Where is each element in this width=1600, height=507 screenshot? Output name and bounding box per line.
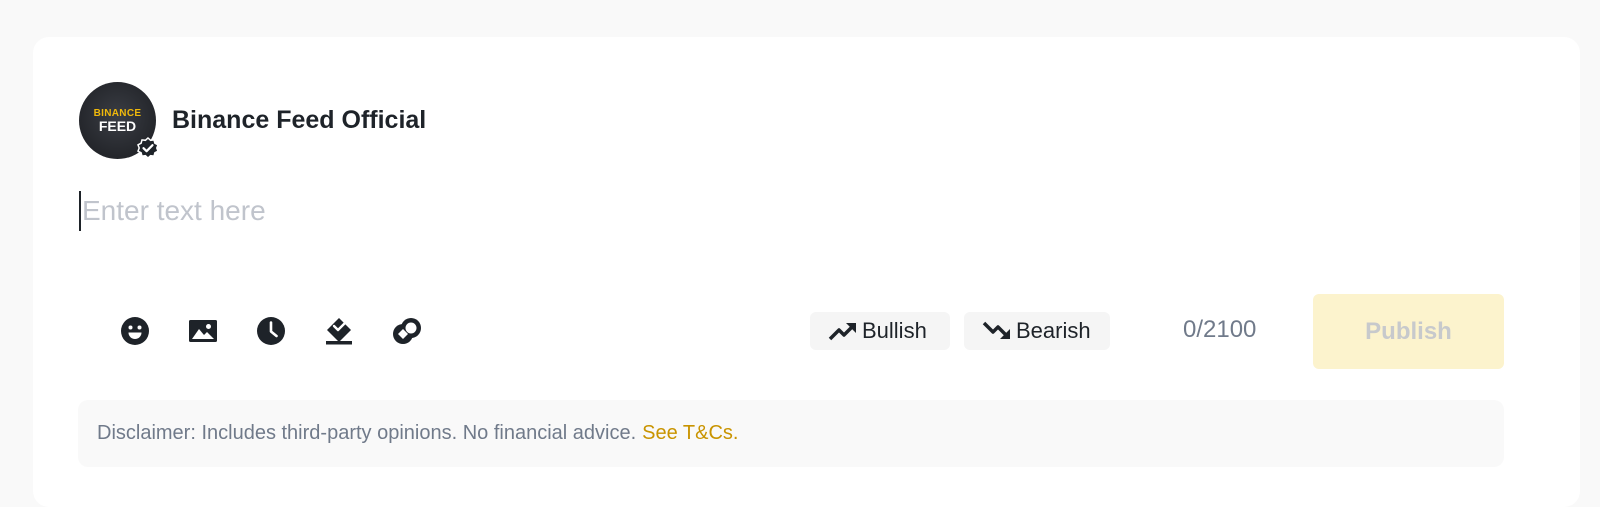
- image-button[interactable]: [187, 315, 219, 347]
- post-composer-card: BINANCE FEED Binance Feed Official Enter…: [33, 37, 1580, 507]
- emoji-button[interactable]: [119, 315, 151, 347]
- poll-button[interactable]: [323, 315, 355, 347]
- post-text-input[interactable]: [79, 191, 1499, 231]
- bullish-button[interactable]: Bullish: [810, 312, 950, 350]
- trend-down-icon: [982, 321, 1010, 339]
- coin-button[interactable]: [391, 315, 423, 347]
- bearish-button[interactable]: Bearish: [964, 312, 1110, 350]
- terms-link[interactable]: See T&Cs.: [642, 422, 738, 445]
- coin-icon: [393, 318, 421, 344]
- character-counter: 0/2100: [1183, 316, 1257, 343]
- emoji-icon: [121, 317, 149, 345]
- clock-icon: [257, 317, 285, 345]
- disclaimer-banner: Disclaimer: Includes third-party opinion…: [78, 400, 1504, 467]
- profile-name[interactable]: Binance Feed Official: [172, 106, 426, 135]
- trend-up-icon: [828, 323, 856, 341]
- image-icon: [189, 320, 217, 342]
- schedule-button[interactable]: [255, 315, 287, 347]
- poll-icon: [326, 318, 352, 345]
- avatar-brand-text: BINANCE: [93, 107, 142, 119]
- verified-badge-icon: [137, 137, 159, 160]
- composer-toolbar: [119, 315, 459, 347]
- avatar: BINANCE FEED: [79, 82, 159, 160]
- post-editor[interactable]: [79, 191, 1499, 231]
- avatar-feed-text: FEED: [98, 117, 137, 134]
- disclaimer-text: Disclaimer: Includes third-party opinion…: [97, 422, 637, 444]
- publish-button[interactable]: Publish: [1313, 294, 1504, 369]
- bullish-label: Bullish: [862, 318, 927, 343]
- composer-header: BINANCE FEED Binance Feed Official: [79, 82, 426, 160]
- bearish-label: Bearish: [1016, 318, 1091, 343]
